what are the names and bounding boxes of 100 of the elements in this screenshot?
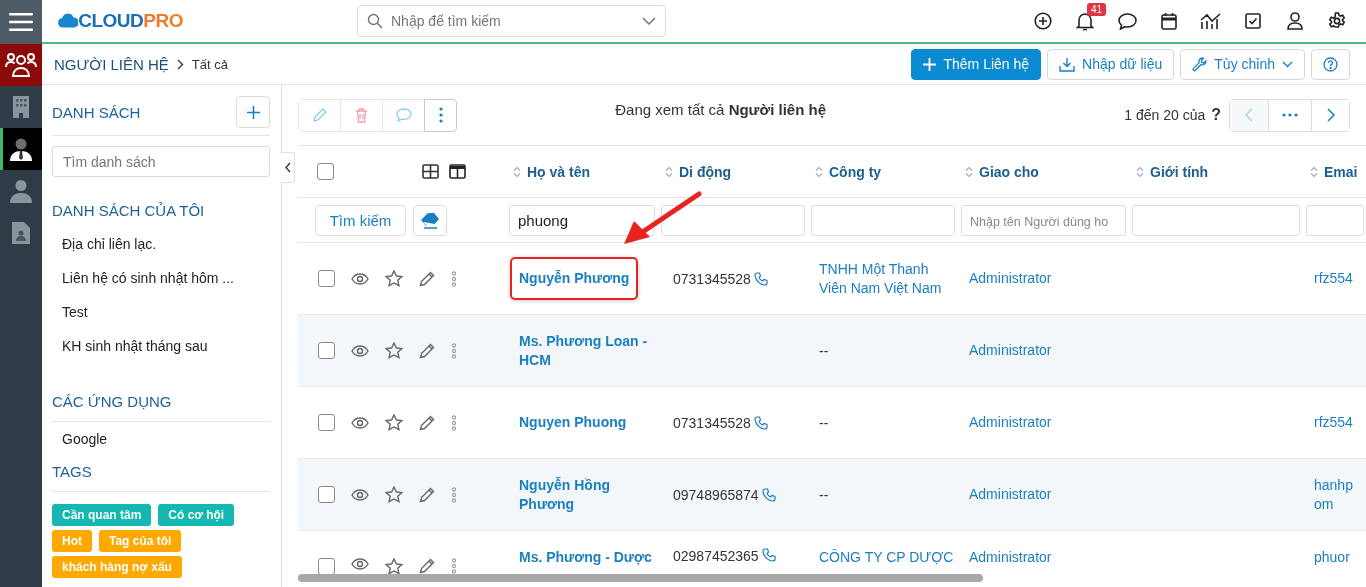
pencil-icon[interactable]: [419, 270, 435, 287]
column-header[interactable]: Emai: [1302, 146, 1366, 197]
chat-icon: [1117, 12, 1137, 30]
contact-name-link[interactable]: Nguyen Phuong: [519, 413, 627, 432]
help-button[interactable]: [1311, 48, 1350, 80]
table-cell-text: --: [818, 342, 829, 359]
rail-item[interactable]: [0, 44, 42, 86]
search-button[interactable]: Tìm kiếm: [315, 204, 406, 236]
people-icon: [5, 52, 37, 78]
list-search-field[interactable]: Tìm danh sách: [52, 146, 270, 177]
eraser-icon: [420, 211, 440, 229]
chevron-left-icon: [284, 162, 291, 173]
contact-name-link[interactable]: Nguyễn Phương: [510, 257, 639, 300]
column-header[interactable]: Giới tính: [1128, 146, 1302, 197]
star-icon[interactable]: [385, 486, 403, 503]
eye-icon[interactable]: [351, 416, 369, 429]
document-icon: [12, 222, 30, 244]
notification-badge: 41: [1087, 3, 1107, 16]
columns-icon[interactable]: [449, 164, 466, 179]
clear-filter-button[interactable]: [413, 204, 447, 236]
star-icon[interactable]: [385, 558, 403, 575]
eye-icon[interactable]: [351, 558, 369, 570]
table-cell: 02987452365: [673, 548, 759, 564]
filter-field[interactable]: Nhập tên Người dùng ho: [961, 204, 1126, 236]
phone-icon[interactable]: [761, 548, 776, 562]
kebab-icon[interactable]: [451, 486, 457, 503]
filter-field[interactable]: [1132, 204, 1300, 236]
total-count[interactable]: ?: [1211, 106, 1221, 124]
assignee-link[interactable]: Administrator: [957, 548, 1052, 567]
kebab-icon[interactable]: [451, 414, 457, 431]
phone-icon[interactable]: [753, 415, 768, 430]
kebab-icon[interactable]: [451, 342, 457, 359]
row-checkbox[interactable]: [318, 270, 335, 287]
breadcrumb-current: Tất cả: [191, 56, 228, 72]
company-link[interactable]: TNHH Một Thanh Viên Nam Việt Nam: [807, 259, 957, 298]
row-checkbox[interactable]: [318, 486, 335, 503]
filter-field[interactable]: [661, 204, 805, 236]
star-icon[interactable]: [385, 414, 403, 431]
list-item[interactable]: Địa chỉ liên lạc.: [52, 227, 270, 261]
email-link[interactable]: rfz554: [1302, 413, 1353, 432]
search-field[interactable]: Nhập để tìm kiếm: [357, 5, 666, 37]
select-all-checkbox[interactable]: [317, 163, 334, 180]
contact-name-link[interactable]: Ms. Phương Loan - HCM: [519, 331, 653, 370]
grid-icon[interactable]: [422, 164, 439, 179]
rail-item[interactable]: [0, 128, 42, 170]
filter-field[interactable]: phuong: [509, 204, 655, 236]
tag[interactable]: Cần quan tâm: [52, 504, 152, 526]
scrollbar[interactable]: [298, 574, 983, 582]
assignee-link[interactable]: Administrator: [957, 485, 1052, 504]
assignee-link[interactable]: Administrator: [957, 413, 1052, 432]
phone-icon[interactable]: [761, 487, 776, 502]
pencil-icon[interactable]: [419, 486, 435, 503]
contact-name-link[interactable]: Nguyễn Hồng Phương: [519, 475, 653, 514]
app-item[interactable]: Google: [52, 423, 270, 455]
chevron-down-icon: [642, 17, 656, 25]
eye-icon[interactable]: [351, 344, 369, 357]
section-title: TAGS: [52, 463, 270, 492]
filter-field[interactable]: [1306, 204, 1364, 236]
contact-name-link[interactable]: Ms. Phương - Dược: [519, 548, 652, 567]
import-button[interactable]: Nhập dữ liệu: [1047, 48, 1175, 80]
company-link[interactable]: CÔNG TY CP DƯỢC: [807, 548, 954, 567]
star-icon[interactable]: [385, 342, 403, 359]
column-header[interactable]: Giao cho: [957, 146, 1128, 197]
chevron-right-icon: [176, 58, 184, 70]
email-link[interactable]: phuor: [1302, 548, 1350, 567]
add-list-button[interactable]: [236, 96, 270, 128]
column-header[interactable]: Họ và tên: [505, 146, 657, 197]
email-link[interactable]: rfz554: [1302, 269, 1353, 288]
star-icon[interactable]: [385, 270, 403, 287]
list-item[interactable]: Test: [52, 295, 270, 329]
help-icon: [1323, 56, 1338, 72]
kebab-icon[interactable]: [451, 270, 457, 287]
list-item[interactable]: KH sinh nhật tháng sau: [52, 329, 270, 363]
filter-field[interactable]: [811, 204, 955, 236]
view-status: Đang xem tất cả Người liên hệ: [615, 100, 826, 118]
email-link[interactable]: hanhp om: [1302, 475, 1353, 514]
assignee-link[interactable]: Administrator: [957, 341, 1052, 360]
phone-icon[interactable]: [753, 271, 768, 286]
tag[interactable]: Có cơ hội: [158, 504, 235, 526]
row-checkbox[interactable]: [318, 414, 335, 431]
sort-icon: [513, 165, 521, 178]
assignee-link[interactable]: Administrator: [957, 269, 1052, 288]
sort-icon: [1136, 165, 1144, 178]
user-icon: [1287, 12, 1303, 30]
add-contact-button[interactable]: Thêm Liên hệ: [911, 48, 1042, 80]
column-header[interactable]: Công ty: [807, 146, 957, 197]
bell-button[interactable]: 41: [1064, 5, 1106, 37]
column-header[interactable]: Di động: [657, 146, 807, 197]
eye-icon[interactable]: [351, 272, 369, 285]
row-checkbox[interactable]: [318, 342, 335, 359]
collapse-button[interactable]: [281, 152, 295, 183]
logo[interactable]: CLOUDPRO: [58, 10, 183, 32]
pencil-icon[interactable]: [419, 342, 435, 359]
eye-icon[interactable]: [351, 488, 369, 501]
pencil-icon[interactable]: [419, 558, 435, 574]
kebab-icon[interactable]: [451, 558, 457, 574]
list-item[interactable]: Liên hệ có sinh nhật hôm ...: [52, 261, 270, 295]
customize-dropdown[interactable]: Tùy chỉnh: [1180, 48, 1305, 80]
breadcrumb-link[interactable]: NGƯỜI LIÊN HỆ: [54, 55, 169, 73]
pencil-icon[interactable]: [419, 414, 435, 431]
